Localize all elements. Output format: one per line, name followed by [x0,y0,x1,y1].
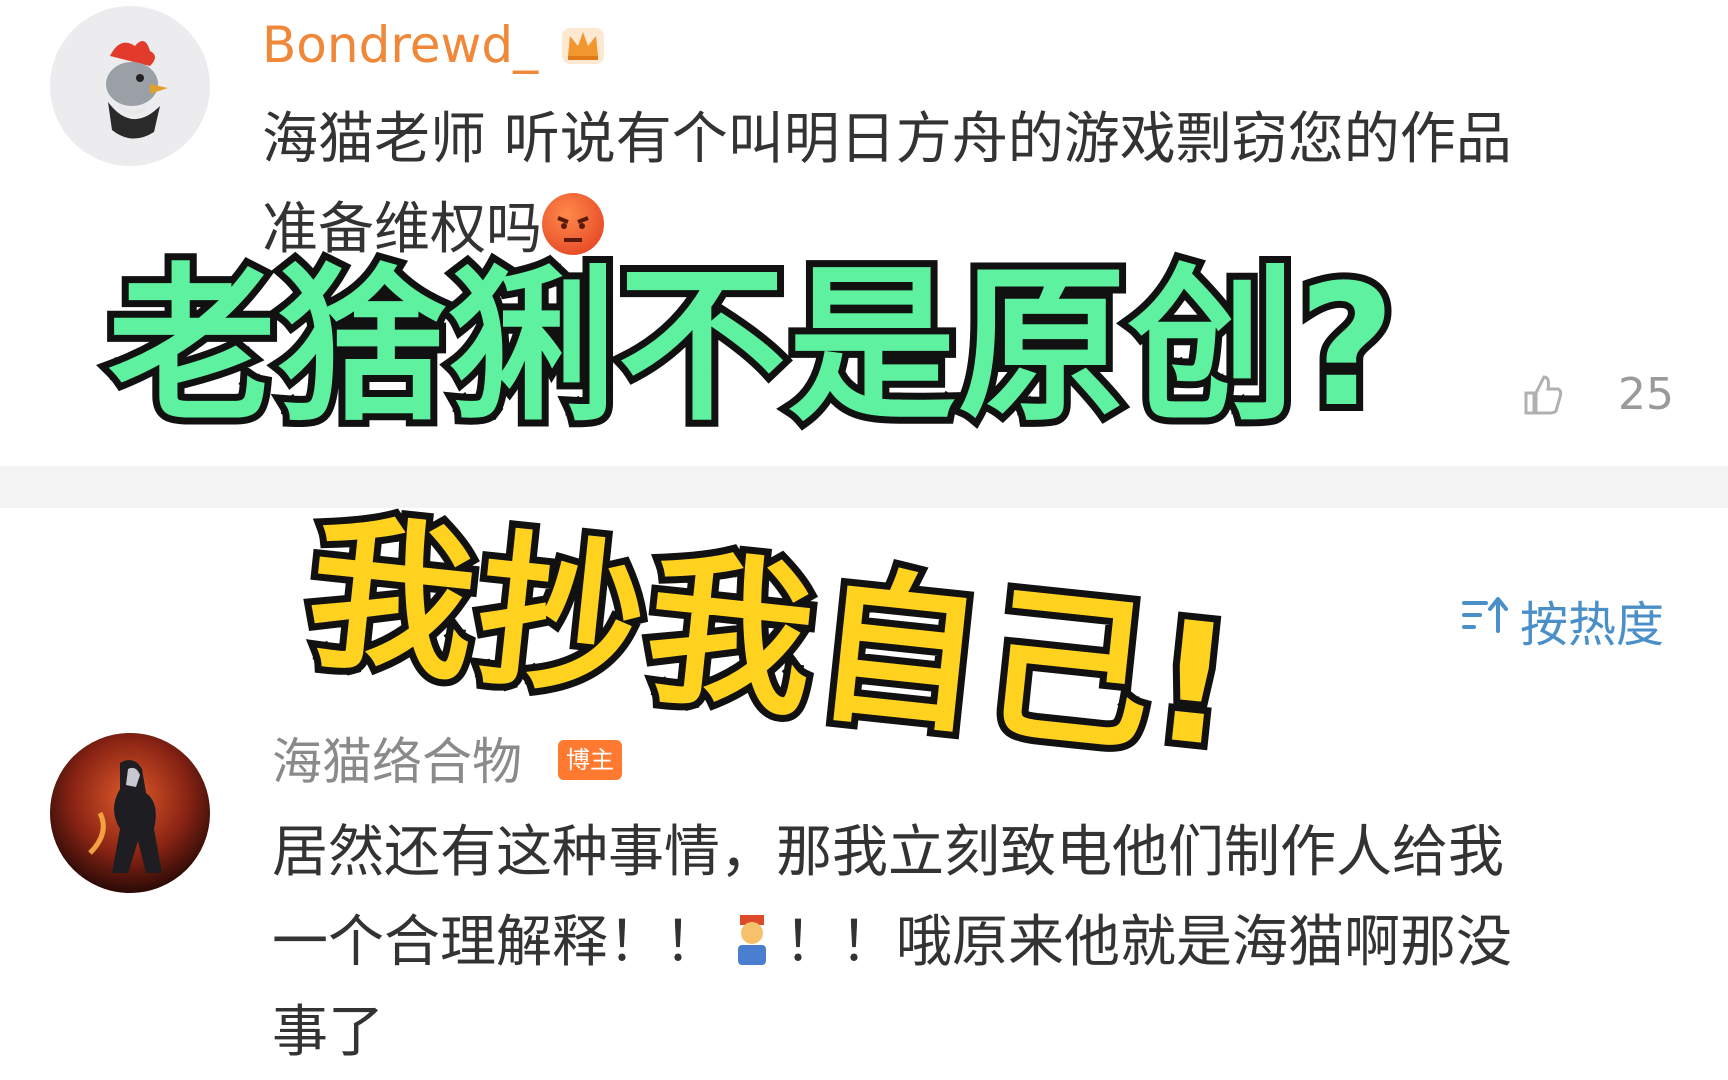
comment-text-line: 居然还有这种事情，那我立刻致电他们制作人给我 [272,820,1504,885]
comment-text-line: 海猫老师 听说有个叫明日方舟的游戏剽窃您的作品 [262,107,1512,172]
person-emoji-icon [730,904,774,965]
sort-label: 按热度 [1520,597,1665,653]
crown-icon [562,28,604,64]
comment-username[interactable]: Bondrewd_ [262,20,538,70]
comment-username[interactable]: 海猫络合物 [272,737,522,787]
comment-text-line: 事了 [272,1000,384,1065]
thumbs-up-icon[interactable] [1520,373,1564,417]
comment-text: 居然还有这种事情，那我立刻致电他们制作人给我 一个合理解释！！ ！！哦原来他就是海… [272,808,1692,1078]
like-count: 25 [1618,369,1674,420]
character-avatar-icon [50,733,210,893]
divider [0,466,1728,508]
rooster-avatar-icon [50,6,210,166]
avatar[interactable] [50,6,210,166]
avatar[interactable] [50,733,210,893]
comment-text-fragment: ！！哦原来他就是海猫啊那没 [784,910,1512,975]
headline-caption: 老猞猁不是原创? [101,248,1402,444]
angry-face-icon [542,193,604,255]
sort-icon [1462,597,1508,633]
comment-text-fragment: 一个合理解释！！ [272,910,720,975]
comment-text-line: 一个合理解释！！ ！！哦原来他就是海猫啊那没 [272,898,1692,988]
host-badge: 博主 [558,740,622,780]
